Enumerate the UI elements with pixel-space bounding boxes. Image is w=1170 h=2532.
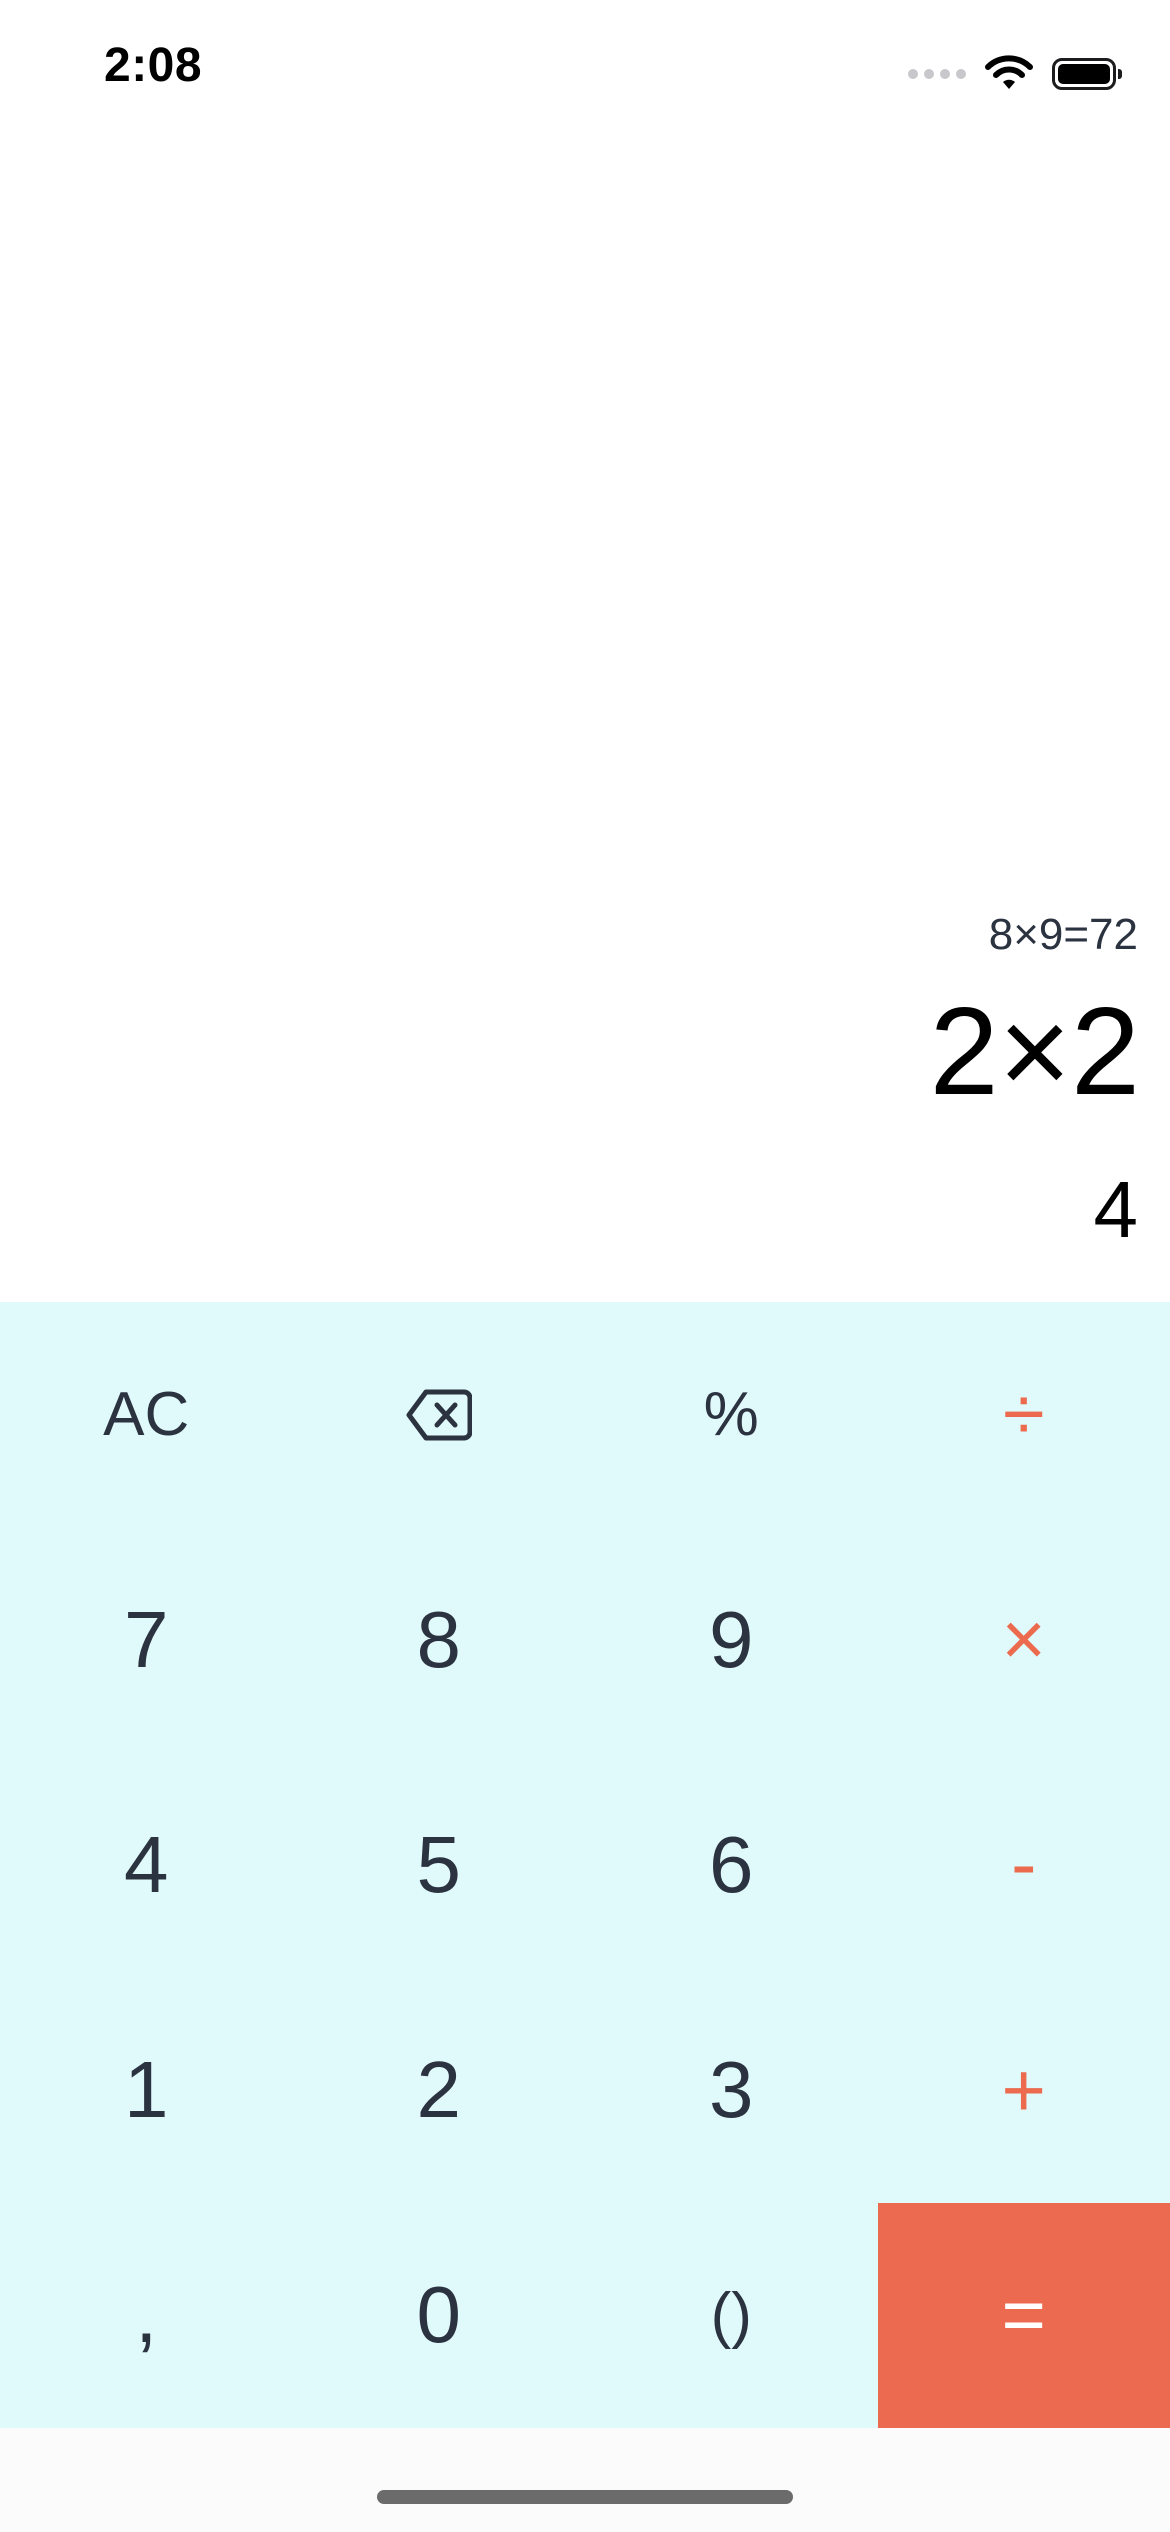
equals-button[interactable]: = [877, 2202, 1170, 2428]
backspace-button[interactable] [293, 1302, 586, 1527]
history-line: 8×9=72 [988, 910, 1138, 959]
clear-button[interactable]: AC [0, 1302, 293, 1527]
status-bar: 2:08 [0, 0, 1170, 150]
digit-5-button[interactable]: 5 [293, 1752, 586, 1977]
battery-icon [1052, 58, 1122, 90]
digit-4-button[interactable]: 4 [0, 1752, 293, 1977]
home-indicator-area [0, 2428, 1170, 2532]
cellular-dots-icon [908, 69, 966, 79]
digit-1-button[interactable]: 1 [0, 1978, 293, 2203]
digit-0-button[interactable]: 0 [293, 2203, 586, 2428]
divide-button[interactable]: ÷ [878, 1302, 1170, 1527]
wifi-icon [985, 55, 1033, 89]
subtract-button[interactable]: - [878, 1752, 1170, 1977]
home-indicator[interactable] [377, 2490, 793, 2504]
digit-8-button[interactable]: 8 [293, 1527, 586, 1752]
multiply-button[interactable]: × [878, 1527, 1170, 1752]
comma-button[interactable]: , [0, 2203, 293, 2428]
backspace-icon [406, 1389, 472, 1441]
status-icons [908, 50, 1122, 98]
digit-9-button[interactable]: 9 [585, 1527, 878, 1752]
current-expression: 2×2 [929, 983, 1140, 1121]
digit-6-button[interactable]: 6 [585, 1752, 878, 1977]
status-time: 2:08 [104, 39, 203, 92]
calculator-display: 8×9=72 2×2 4 [0, 870, 1170, 1300]
keypad: AC % ÷ 7 8 9 × 4 5 6 - 1 2 3 + , 0 () = [0, 1302, 1170, 2428]
digit-3-button[interactable]: 3 [585, 1978, 878, 2203]
result-preview: 4 [1093, 1165, 1139, 1254]
add-button[interactable]: + [878, 1978, 1170, 2203]
digit-2-button[interactable]: 2 [293, 1978, 586, 2203]
percent-button[interactable]: % [585, 1302, 878, 1527]
parentheses-button[interactable]: () [585, 2203, 878, 2428]
digit-7-button[interactable]: 7 [0, 1527, 293, 1752]
